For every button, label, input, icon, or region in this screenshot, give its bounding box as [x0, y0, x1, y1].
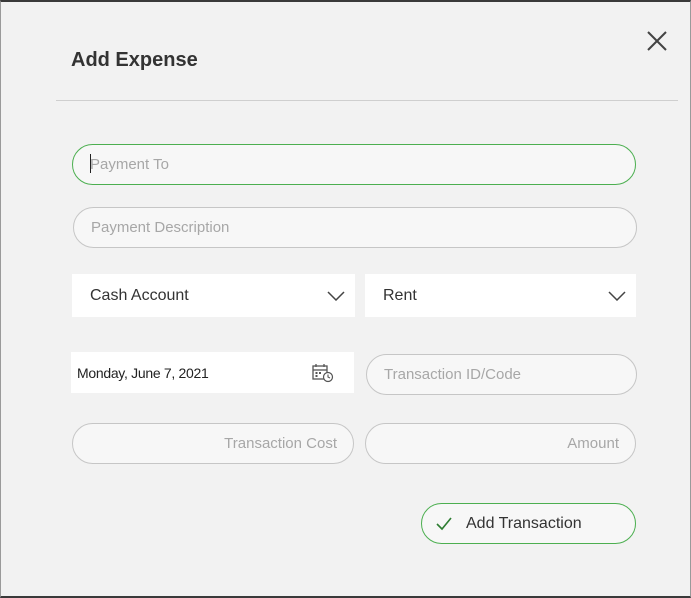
add-expense-dialog: Add Expense Payment To Payment Descripti… — [0, 0, 691, 598]
transaction-id-placeholder: Transaction ID/Code — [384, 366, 522, 383]
calendar-icon[interactable] — [312, 363, 334, 383]
account-select-value: Cash Account — [90, 286, 189, 304]
transaction-cost-placeholder: Transaction Cost — [224, 435, 337, 452]
chevron-down-icon — [327, 290, 345, 301]
payment-description-placeholder: Payment Description — [91, 219, 230, 236]
payment-to-input[interactable]: Payment To — [72, 144, 636, 185]
account-select[interactable]: Cash Account — [72, 274, 355, 317]
transaction-id-input[interactable]: Transaction ID/Code — [366, 354, 637, 395]
header-divider — [56, 100, 678, 101]
date-picker[interactable]: Monday, June 7, 2021 — [71, 352, 354, 393]
close-button[interactable] — [644, 28, 670, 54]
close-icon — [647, 31, 667, 51]
text-cursor — [90, 154, 91, 173]
category-select[interactable]: Rent — [365, 274, 636, 317]
chevron-down-icon — [608, 290, 626, 301]
add-transaction-button[interactable]: Add Transaction — [421, 503, 636, 544]
payment-to-placeholder: Payment To — [90, 156, 169, 173]
add-transaction-label: Add Transaction — [466, 514, 582, 532]
transaction-cost-input[interactable]: Transaction Cost — [72, 423, 354, 464]
date-value: Monday, June 7, 2021 — [77, 364, 209, 381]
amount-placeholder: Amount — [567, 435, 619, 452]
amount-input[interactable]: Amount — [365, 423, 636, 464]
dialog-title: Add Expense — [71, 49, 198, 71]
payment-description-input[interactable]: Payment Description — [73, 207, 637, 248]
category-select-value: Rent — [383, 286, 417, 304]
checkmark-icon — [436, 516, 452, 530]
